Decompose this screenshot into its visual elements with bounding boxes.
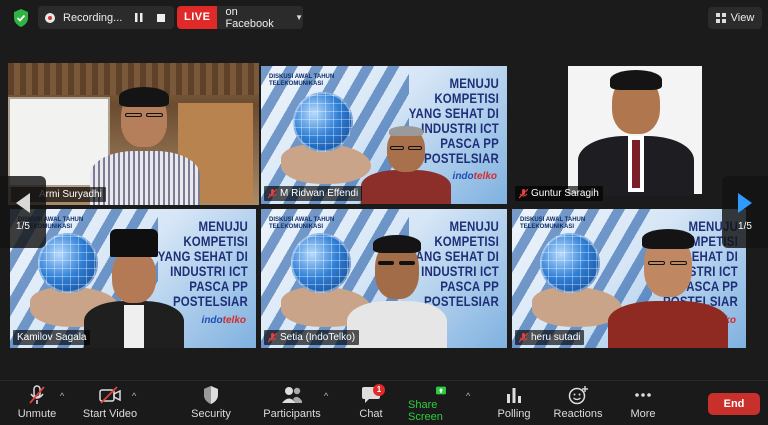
mic-muted-icon [268,188,277,198]
chat-unread-badge: 1 [373,384,385,396]
reactions-label: Reactions [553,408,603,420]
polling-button[interactable]: Polling [494,385,534,423]
recording-label: Recording... [63,11,123,24]
stop-icon [157,13,166,22]
participants-label: Participants [263,408,321,420]
participant-figure [608,225,728,348]
microphone-muted-icon [29,385,45,404]
brand-logo: indotelko [452,171,497,182]
video-tile-heru-sutadi[interactable]: DISKUSI AWAL TAHUN TELEKOMUNIKASI MENUJU K… [512,209,746,348]
view-button[interactable]: View [708,7,762,29]
mic-muted-icon [519,188,528,198]
share-options-caret[interactable]: ^ [466,391,470,401]
unmute-label: Unmute [17,408,57,420]
participants-button[interactable]: Participants [260,385,324,423]
participants-icon [282,387,302,403]
globe-graphic [293,92,353,152]
security-button[interactable]: Security [188,385,234,423]
mic-muted-icon [268,332,277,342]
arrow-left-icon [16,192,30,213]
video-camera-off-icon [99,386,121,404]
participant-name-tag: Kamilov Sagala [13,330,91,345]
slide-subtitle: DISKUSI AWAL TAHUNTELEKOMUNIKASI [269,74,335,87]
video-tile-m-ridwan-effendi[interactable]: DISKUSI AWAL TAHUN TELEKOMUNIKASI MENUJU K… [261,66,507,204]
reactions-button[interactable]: Reactions [552,385,604,423]
bar-chart-icon [507,388,521,403]
name-label: heru sutadi [531,332,581,343]
video-tile-setia-indotelko[interactable]: DISKUSI AWAL TAHUN TELEKOMUNIKASI MENUJU K… [261,209,507,348]
chat-button[interactable]: 1 Chat [354,384,388,423]
more-dots-icon [635,393,651,397]
polling-label: Polling [497,408,531,420]
zoom-meeting-window: Recording... LIVE on Facebook ▼ View Arm… [0,0,768,425]
participant-name-tag: Guntur Saragih [515,186,603,201]
stop-recording-button[interactable] [154,11,168,25]
globe-graphic [540,233,600,293]
globe-graphic [291,233,351,293]
video-options-caret[interactable]: ^ [132,391,136,401]
emoji-add-icon [568,386,588,405]
slide-subtitle: DISKUSI AWAL TAHUNTELEKOMUNIKASI [269,217,335,230]
page-indicator-left: 1/5 [16,220,30,232]
peci-cap [110,229,158,257]
end-label: End [723,398,745,410]
more-button[interactable]: More [628,385,658,423]
participant-figure [574,70,698,196]
top-bar: Recording... LIVE on Facebook ▼ View [0,0,768,36]
pause-recording-button[interactable] [132,11,146,25]
start-video-label: Start Video [82,408,138,420]
start-video-button[interactable]: Start Video [80,385,140,423]
next-page-button[interactable]: 1/5 [722,176,768,248]
previous-page-button[interactable]: 1/5 [0,176,46,248]
live-badge: LIVE [177,6,218,29]
participant-figure [84,229,184,348]
participants-options-caret[interactable]: ^ [324,391,328,401]
participant-name-tag: M Ridwan Effendi [264,186,363,201]
participant-figure [361,126,451,204]
name-label: Guntur Saragih [531,188,599,199]
shield-icon [204,386,218,404]
brand-logo: indotelko [201,315,246,326]
view-label: View [730,12,755,24]
chevron-down-icon[interactable]: ▼ [295,13,303,22]
participant-figure [90,85,200,205]
arrow-right-icon [738,192,752,213]
mic-muted-icon [519,332,528,342]
security-label: Security [191,408,231,420]
chat-label: Chat [359,408,383,420]
end-meeting-button[interactable]: End [708,393,760,415]
record-dot-icon [45,12,55,23]
name-label: Setia (IndoTelko) [280,332,356,343]
slide-subtitle: DISKUSI AWAL TAHUNTELEKOMUNIKASI [520,217,586,230]
recording-indicator[interactable]: Recording... [38,6,174,29]
video-tile-kamilov-sagala[interactable]: DISKUSI AWAL TAHUNTELEKOMUNIKASI MENUJUK… [10,209,256,348]
live-target-label: on Facebook [225,6,274,29]
live-stream-indicator[interactable]: LIVE on Facebook ▼ [177,6,303,29]
more-label: More [630,408,656,420]
share-screen-label: Share Screen [408,399,443,423]
audio-options-caret[interactable]: ^ [60,391,64,401]
pause-icon [135,13,143,22]
participant-figure [347,229,447,348]
shield-icon[interactable] [12,8,30,28]
share-screen-icon [436,386,446,395]
participant-name-tag: heru sutadi [515,330,585,345]
unmute-button[interactable]: Unmute [14,385,60,423]
name-label: Kamilov Sagala [17,332,87,343]
name-label: M Ridwan Effendi [280,188,359,199]
participant-name-tag: Setia (IndoTelko) [264,330,360,345]
meeting-toolbar: Unmute ^ Start Video ^ Security Particip… [0,380,768,425]
video-tile-guntur-saragih[interactable]: Guntur Saragih [512,66,702,204]
page-indicator-right: 1/5 [738,220,752,232]
share-screen-button[interactable]: Share Screen [408,385,474,423]
grid-icon [715,13,726,23]
